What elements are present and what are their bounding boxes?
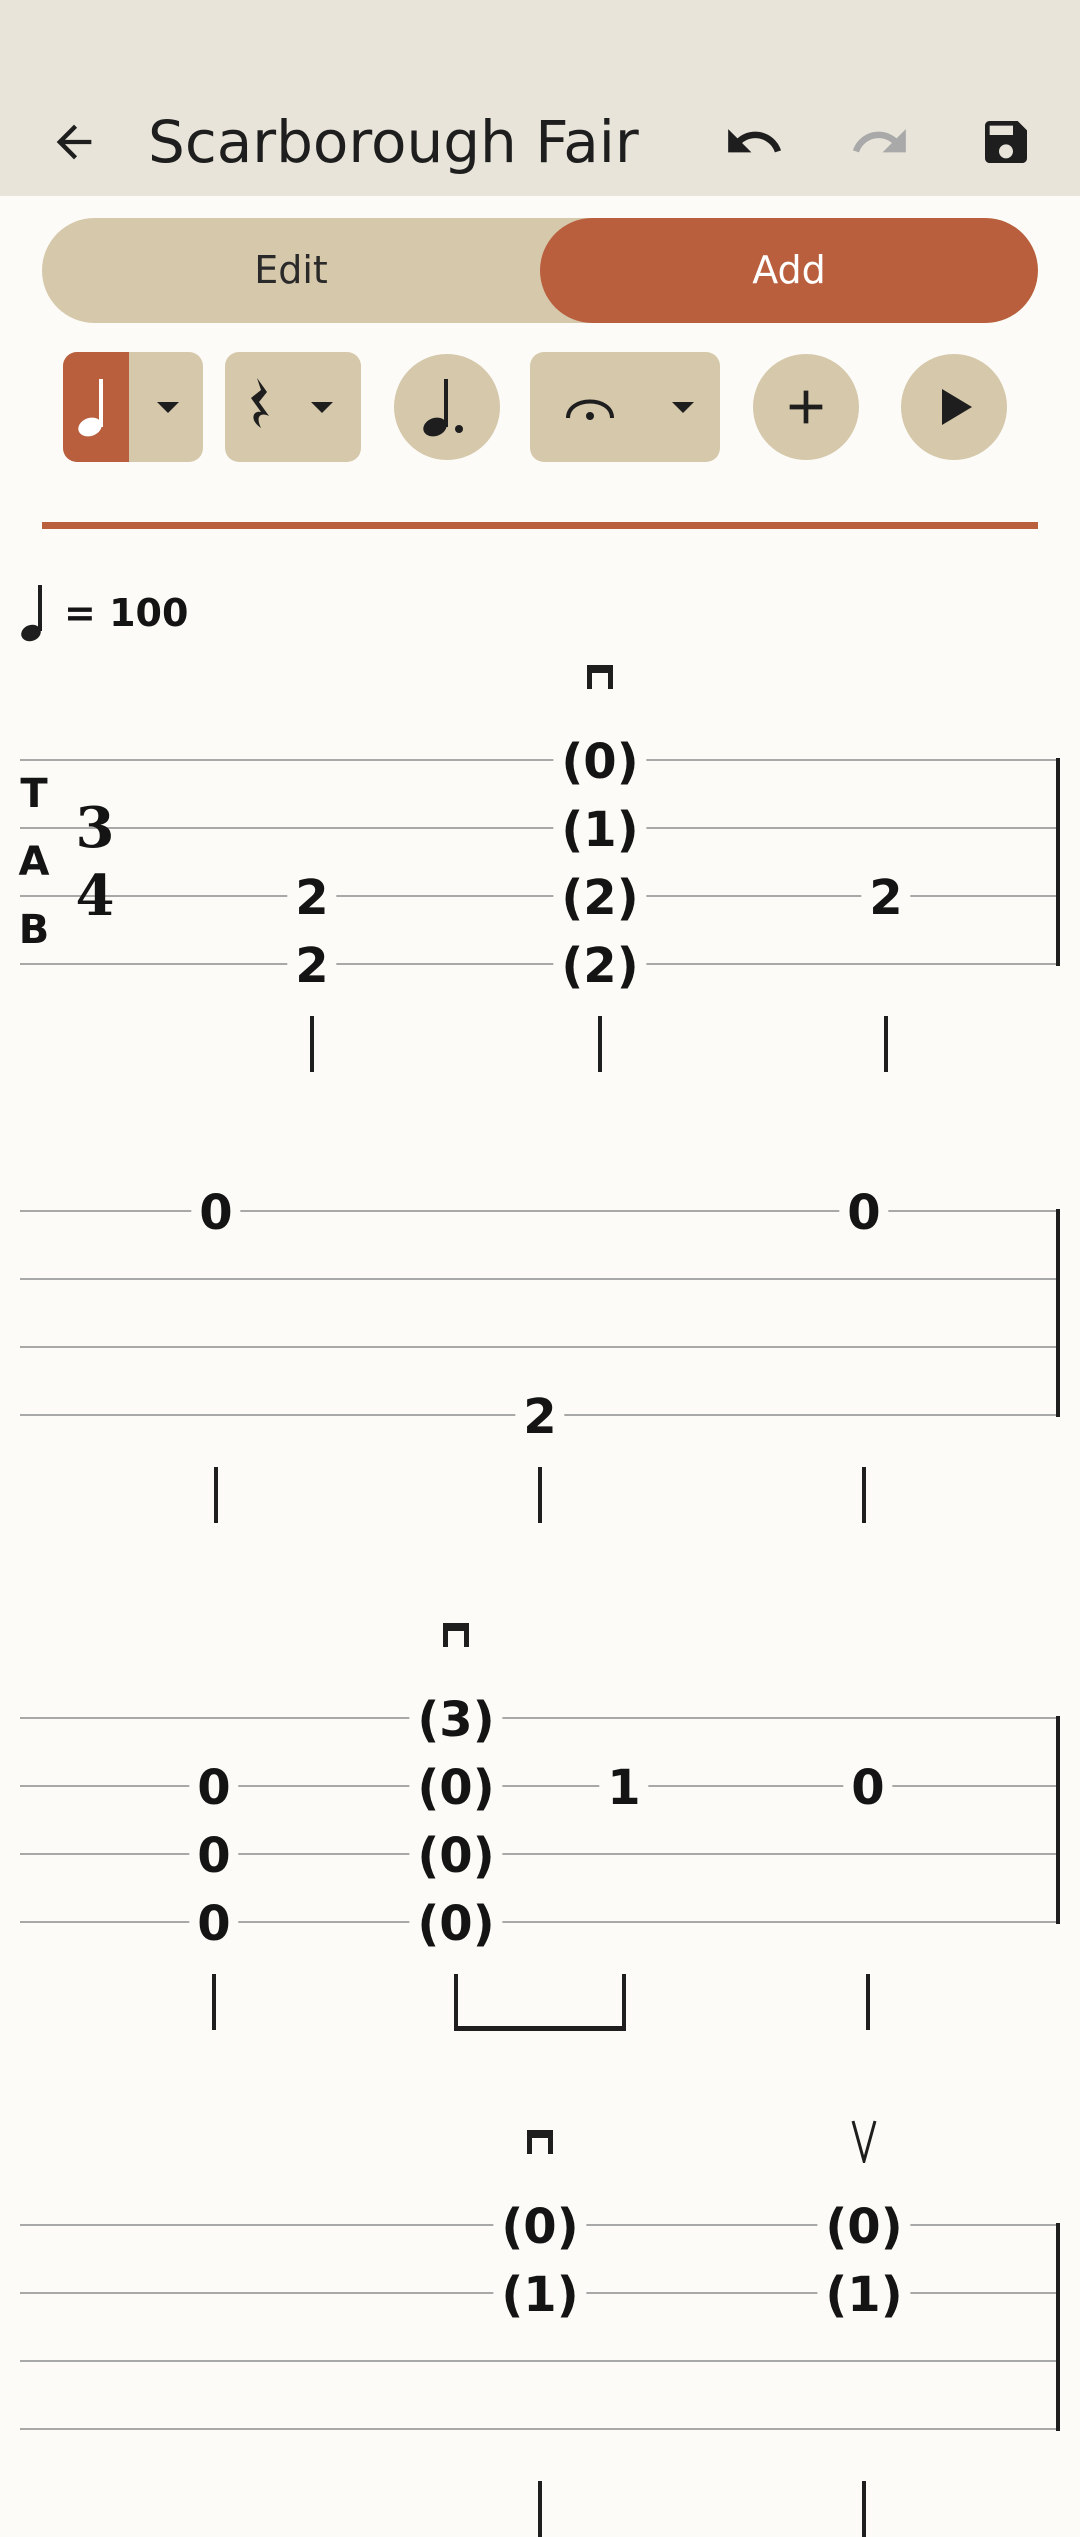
play-icon bbox=[942, 389, 972, 425]
play-button[interactable] bbox=[901, 354, 1007, 460]
tab-string-line bbox=[20, 1717, 1060, 1719]
tab-string-line bbox=[20, 1278, 1060, 1280]
edit-mode-button[interactable]: Edit bbox=[42, 218, 540, 323]
save-button[interactable] bbox=[966, 102, 1046, 182]
arrow-left-icon bbox=[56, 124, 92, 160]
tab-string-line bbox=[20, 1853, 1060, 1855]
tab-string-line bbox=[20, 2428, 1060, 2430]
fret-number[interactable]: (1) bbox=[493, 2271, 587, 2319]
tab-string-line bbox=[20, 963, 1060, 965]
tab-clef-letter: T bbox=[20, 771, 48, 817]
plus-icon bbox=[789, 390, 823, 424]
note-stem bbox=[212, 1974, 216, 2030]
up-bow-icon bbox=[851, 2119, 877, 2167]
back-button[interactable] bbox=[34, 102, 114, 182]
fret-number[interactable]: (1) bbox=[817, 2271, 911, 2319]
note-active-indicator bbox=[63, 352, 129, 462]
fermata-icon bbox=[566, 399, 614, 420]
fret-number[interactable]: 0 bbox=[189, 1832, 239, 1880]
rest-selector[interactable] bbox=[225, 352, 361, 462]
dotted-note-button[interactable] bbox=[394, 354, 500, 460]
floppy-disk-icon bbox=[985, 121, 1027, 163]
note-stem bbox=[214, 1467, 218, 1523]
barline bbox=[1056, 2223, 1060, 2431]
add-mode-button[interactable]: Add bbox=[540, 218, 1038, 323]
note-duration-selector[interactable] bbox=[63, 352, 203, 462]
add-note-button[interactable] bbox=[753, 354, 859, 460]
fret-number[interactable]: 0 bbox=[191, 1189, 241, 1237]
note-stem bbox=[862, 1467, 866, 1523]
note-stem bbox=[598, 1016, 602, 1072]
quarter-note-icon bbox=[21, 585, 42, 642]
chevron-down-icon bbox=[157, 402, 179, 413]
note-stem bbox=[622, 1974, 626, 2030]
fret-number[interactable]: (0) bbox=[817, 2203, 911, 2251]
note-stem bbox=[862, 2481, 866, 2537]
page-title: Scarborough Fair bbox=[148, 108, 639, 176]
fret-number[interactable]: 2 bbox=[287, 942, 337, 990]
undo-button[interactable] bbox=[714, 102, 794, 182]
quarter-note-icon bbox=[78, 379, 103, 437]
undo-icon bbox=[728, 129, 782, 153]
tab-string-line bbox=[20, 2360, 1060, 2362]
toolbar-divider bbox=[42, 522, 1038, 529]
time-signature-top: 3 bbox=[75, 795, 115, 861]
fret-number[interactable]: 0 bbox=[839, 1189, 889, 1237]
fret-number[interactable]: 1 bbox=[599, 1764, 649, 1812]
fret-number[interactable]: (0) bbox=[409, 1832, 503, 1880]
barline bbox=[1056, 1716, 1060, 1924]
fret-number[interactable]: (2) bbox=[553, 942, 647, 990]
tab-clef-letter: B bbox=[18, 907, 50, 953]
tempo-value: = 100 bbox=[64, 591, 189, 635]
articulation-selector[interactable] bbox=[530, 352, 720, 462]
tab-string-line bbox=[20, 759, 1060, 761]
tab-string-line bbox=[20, 827, 1060, 829]
quarter-rest-icon bbox=[251, 378, 269, 428]
down-bow-icon bbox=[441, 1619, 471, 1653]
down-bow-icon bbox=[525, 2126, 555, 2160]
note-stem bbox=[454, 1974, 458, 2030]
note-stem bbox=[866, 1974, 870, 2030]
fret-number[interactable]: 2 bbox=[861, 874, 911, 922]
tab-clef-letter: A bbox=[18, 839, 50, 885]
mode-toggle: Edit Add bbox=[42, 218, 1038, 323]
status-bar bbox=[0, 0, 1080, 88]
fret-number[interactable]: 2 bbox=[515, 1393, 565, 1441]
chevron-down-icon bbox=[672, 402, 694, 413]
redo-button[interactable] bbox=[840, 102, 920, 182]
note-stem bbox=[538, 2481, 542, 2537]
chevron-down-icon bbox=[311, 402, 333, 413]
fret-number[interactable]: (0) bbox=[409, 1764, 503, 1812]
fret-number[interactable]: (0) bbox=[553, 738, 647, 786]
barline bbox=[1056, 758, 1060, 966]
fret-number[interactable]: 0 bbox=[189, 1900, 239, 1948]
note-beam bbox=[454, 2026, 626, 2031]
tab-string-line bbox=[20, 1785, 1060, 1787]
note-stem bbox=[538, 1467, 542, 1523]
redo-icon bbox=[852, 129, 906, 153]
tab-string-line bbox=[20, 1346, 1060, 1348]
fret-number[interactable]: (0) bbox=[493, 2203, 587, 2251]
fret-number[interactable]: (1) bbox=[553, 806, 647, 854]
tab-string-line bbox=[20, 1921, 1060, 1923]
app-bar: Scarborough Fair bbox=[0, 88, 1080, 196]
fret-number[interactable]: 0 bbox=[189, 1764, 239, 1812]
fret-number[interactable]: (2) bbox=[553, 874, 647, 922]
tempo-marking: = 100 bbox=[20, 583, 188, 643]
fret-number[interactable]: (3) bbox=[409, 1696, 503, 1744]
note-stem bbox=[884, 1016, 888, 1072]
fret-number[interactable]: 0 bbox=[843, 1764, 893, 1812]
tab-string-line bbox=[20, 1210, 1060, 1212]
fret-number[interactable]: (0) bbox=[409, 1900, 503, 1948]
down-bow-icon bbox=[585, 661, 615, 695]
fret-number[interactable]: 2 bbox=[287, 874, 337, 922]
barline bbox=[1056, 1209, 1060, 1417]
time-signature-bottom: 4 bbox=[75, 863, 115, 929]
dotted-note-icon bbox=[423, 379, 463, 437]
note-stem bbox=[310, 1016, 314, 1072]
